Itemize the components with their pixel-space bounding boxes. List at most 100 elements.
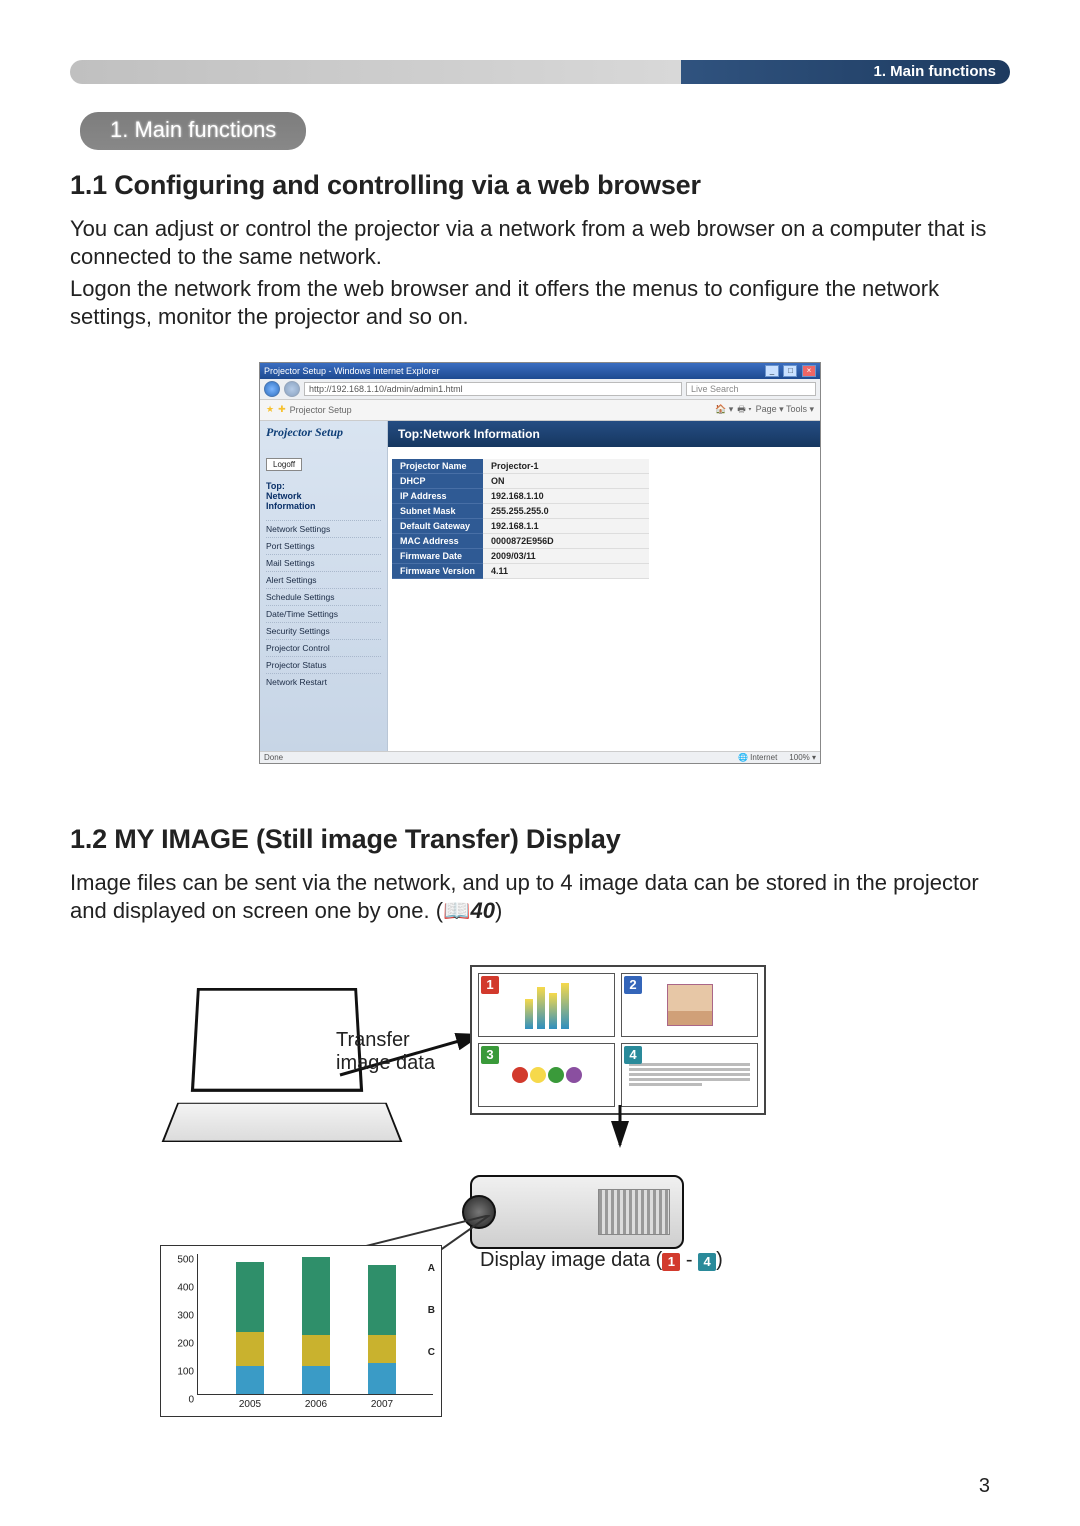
chart-ytick: 300 bbox=[170, 1310, 194, 1321]
sidebar-item[interactable]: Security Settings bbox=[266, 622, 381, 639]
webapp-main: Top:Network Information Projector NamePr… bbox=[388, 421, 820, 751]
chart-xcat: 2005 bbox=[239, 1399, 261, 1410]
webapp-heading: Top:Network Information bbox=[388, 421, 820, 447]
print-icon[interactable]: 🖶 ▾ bbox=[737, 402, 751, 418]
display-badge-4: 4 bbox=[698, 1253, 716, 1271]
sidebar-item[interactable]: Alert Settings bbox=[266, 571, 381, 588]
thumb-badge-4: 4 bbox=[624, 1046, 642, 1064]
thumb-badge-2: 2 bbox=[624, 976, 642, 994]
chart-ytick: 200 bbox=[170, 1338, 194, 1349]
home-icon[interactable]: 🏠 ▾ bbox=[715, 404, 733, 415]
myimage-diagram: Transfer image data 1 2 3 4 bbox=[160, 965, 920, 1425]
transfer-label-line2: image data bbox=[336, 1052, 435, 1075]
projected-chart: 0100200300400500200520062007ABC bbox=[160, 1245, 442, 1417]
browser-tab[interactable]: Projector Setup bbox=[290, 405, 352, 415]
display-label-prefix: Display image data ( bbox=[480, 1249, 662, 1271]
thumb-2: 2 bbox=[621, 973, 758, 1037]
table-value: 2009/03/11 bbox=[483, 548, 649, 563]
sidebar-current: Top: Network Information bbox=[266, 481, 381, 512]
sidebar-current-line3: Information bbox=[266, 501, 381, 511]
subsection-2-ref: 40 bbox=[470, 898, 494, 923]
table-row: Projector NameProjector-1 bbox=[392, 459, 649, 474]
book-ref-icon: 📖 bbox=[443, 898, 470, 923]
sidebar-current-line2: Network bbox=[266, 491, 381, 501]
table-key: Default Gateway bbox=[392, 518, 483, 533]
browser-address-bar: http://192.168.1.10/admin/admin1.html Li… bbox=[260, 379, 820, 400]
forward-button[interactable] bbox=[284, 381, 300, 397]
subsection-2-para: Image files can be sent via the network,… bbox=[70, 869, 1010, 925]
image-thumbnails: 1 2 3 4 bbox=[470, 965, 766, 1115]
page-header-bar: 1. Main functions bbox=[70, 60, 1010, 84]
subsection-2-title: 1.2 MY IMAGE (Still image Transfer) Disp… bbox=[70, 824, 1010, 855]
table-row: Default Gateway192.168.1.1 bbox=[392, 518, 649, 533]
status-left: Done bbox=[264, 753, 283, 762]
transfer-label-line1: Transfer bbox=[336, 1029, 435, 1052]
search-field[interactable]: Live Search bbox=[686, 382, 816, 396]
table-row: Firmware Version4.11 bbox=[392, 563, 649, 578]
table-row: Subnet Mask255.255.255.0 bbox=[392, 503, 649, 518]
thumb-4: 4 bbox=[621, 1043, 758, 1107]
browser-status-bar: Done 🌐 Internet 100% ▾ bbox=[260, 751, 820, 763]
sidebar-item[interactable]: Network Restart bbox=[266, 673, 381, 690]
toolbar-right[interactable]: Page ▾ Tools ▾ bbox=[756, 404, 814, 415]
table-value: ON bbox=[483, 473, 649, 488]
projector-illustration bbox=[470, 1145, 700, 1265]
display-label-suffix: ) bbox=[716, 1249, 723, 1271]
minimize-button[interactable]: _ bbox=[765, 365, 779, 377]
sidebar-item[interactable]: Schedule Settings bbox=[266, 588, 381, 605]
browser-screenshot: Projector Setup - Windows Internet Explo… bbox=[259, 362, 821, 764]
table-value: 4.11 bbox=[483, 563, 649, 578]
subsection-2-para-prefix: Image files can be sent via the network,… bbox=[70, 870, 979, 923]
logoff-button[interactable]: Logoff bbox=[266, 458, 302, 471]
chart-xcat: 2006 bbox=[305, 1399, 327, 1410]
table-key: DHCP bbox=[392, 473, 483, 488]
table-value: Projector-1 bbox=[483, 459, 649, 474]
chart-bar-column bbox=[368, 1265, 396, 1394]
table-value: 255.255.255.0 bbox=[483, 503, 649, 518]
table-row: Firmware Date2009/03/11 bbox=[392, 548, 649, 563]
display-label: Display image data (1 - 4) bbox=[480, 1249, 723, 1272]
subsection-1-title: 1.1 Configuring and controlling via a we… bbox=[70, 170, 1010, 201]
page-header-label: 1. Main functions bbox=[873, 63, 996, 80]
sidebar-item[interactable]: Network Settings bbox=[266, 520, 381, 537]
table-key: Firmware Date bbox=[392, 548, 483, 563]
table-row: IP Address192.168.1.10 bbox=[392, 488, 649, 503]
back-button[interactable] bbox=[264, 381, 280, 397]
transfer-label: Transfer image data bbox=[336, 1029, 435, 1075]
status-zoom: 100% ▾ bbox=[789, 753, 816, 762]
maximize-button[interactable]: □ bbox=[783, 365, 797, 377]
chart-bar-column bbox=[302, 1257, 330, 1394]
chart-series-label: C bbox=[428, 1347, 435, 1358]
table-value: 0000872E956D bbox=[483, 533, 649, 548]
sidebar-item[interactable]: Port Settings bbox=[266, 537, 381, 554]
chart-ytick: 100 bbox=[170, 1366, 194, 1377]
sidebar-menu: Network SettingsPort SettingsMail Settin… bbox=[266, 520, 381, 690]
subsection-1-para-1: You can adjust or control the projector … bbox=[70, 215, 1010, 271]
table-key: MAC Address bbox=[392, 533, 483, 548]
table-row: DHCPON bbox=[392, 473, 649, 488]
table-key: Projector Name bbox=[392, 459, 483, 474]
chart-series-label: B bbox=[428, 1305, 435, 1316]
browser-titlebar: Projector Setup - Windows Internet Explo… bbox=[260, 363, 820, 379]
sidebar-item[interactable]: Mail Settings bbox=[266, 554, 381, 571]
thumb-3: 3 bbox=[478, 1043, 615, 1107]
thumb-badge-1: 1 bbox=[481, 976, 499, 994]
display-label-dash: - bbox=[680, 1249, 698, 1271]
subsection-1-para-2: Logon the network from the web browser a… bbox=[70, 275, 1010, 331]
sidebar-item[interactable]: Projector Status bbox=[266, 656, 381, 673]
sidebar-current-line1: Top: bbox=[266, 481, 381, 491]
sidebar-item[interactable]: Projector Control bbox=[266, 639, 381, 656]
favorites-star-icon[interactable]: ★ bbox=[266, 404, 274, 415]
page-number: 3 bbox=[979, 1475, 990, 1498]
table-value: 192.168.1.10 bbox=[483, 488, 649, 503]
chart-ytick: 400 bbox=[170, 1282, 194, 1293]
chart-ytick: 500 bbox=[170, 1254, 194, 1265]
webapp-brand: Projector Setup bbox=[266, 425, 381, 440]
subsection-2-para-suffix: ) bbox=[495, 898, 502, 923]
display-badge-1: 1 bbox=[662, 1253, 680, 1271]
sidebar-item[interactable]: Date/Time Settings bbox=[266, 605, 381, 622]
add-favorite-icon[interactable]: ✚ bbox=[278, 404, 286, 415]
close-button[interactable]: × bbox=[802, 365, 816, 377]
chart-ytick: 0 bbox=[170, 1394, 194, 1405]
url-field[interactable]: http://192.168.1.10/admin/admin1.html bbox=[304, 382, 682, 396]
